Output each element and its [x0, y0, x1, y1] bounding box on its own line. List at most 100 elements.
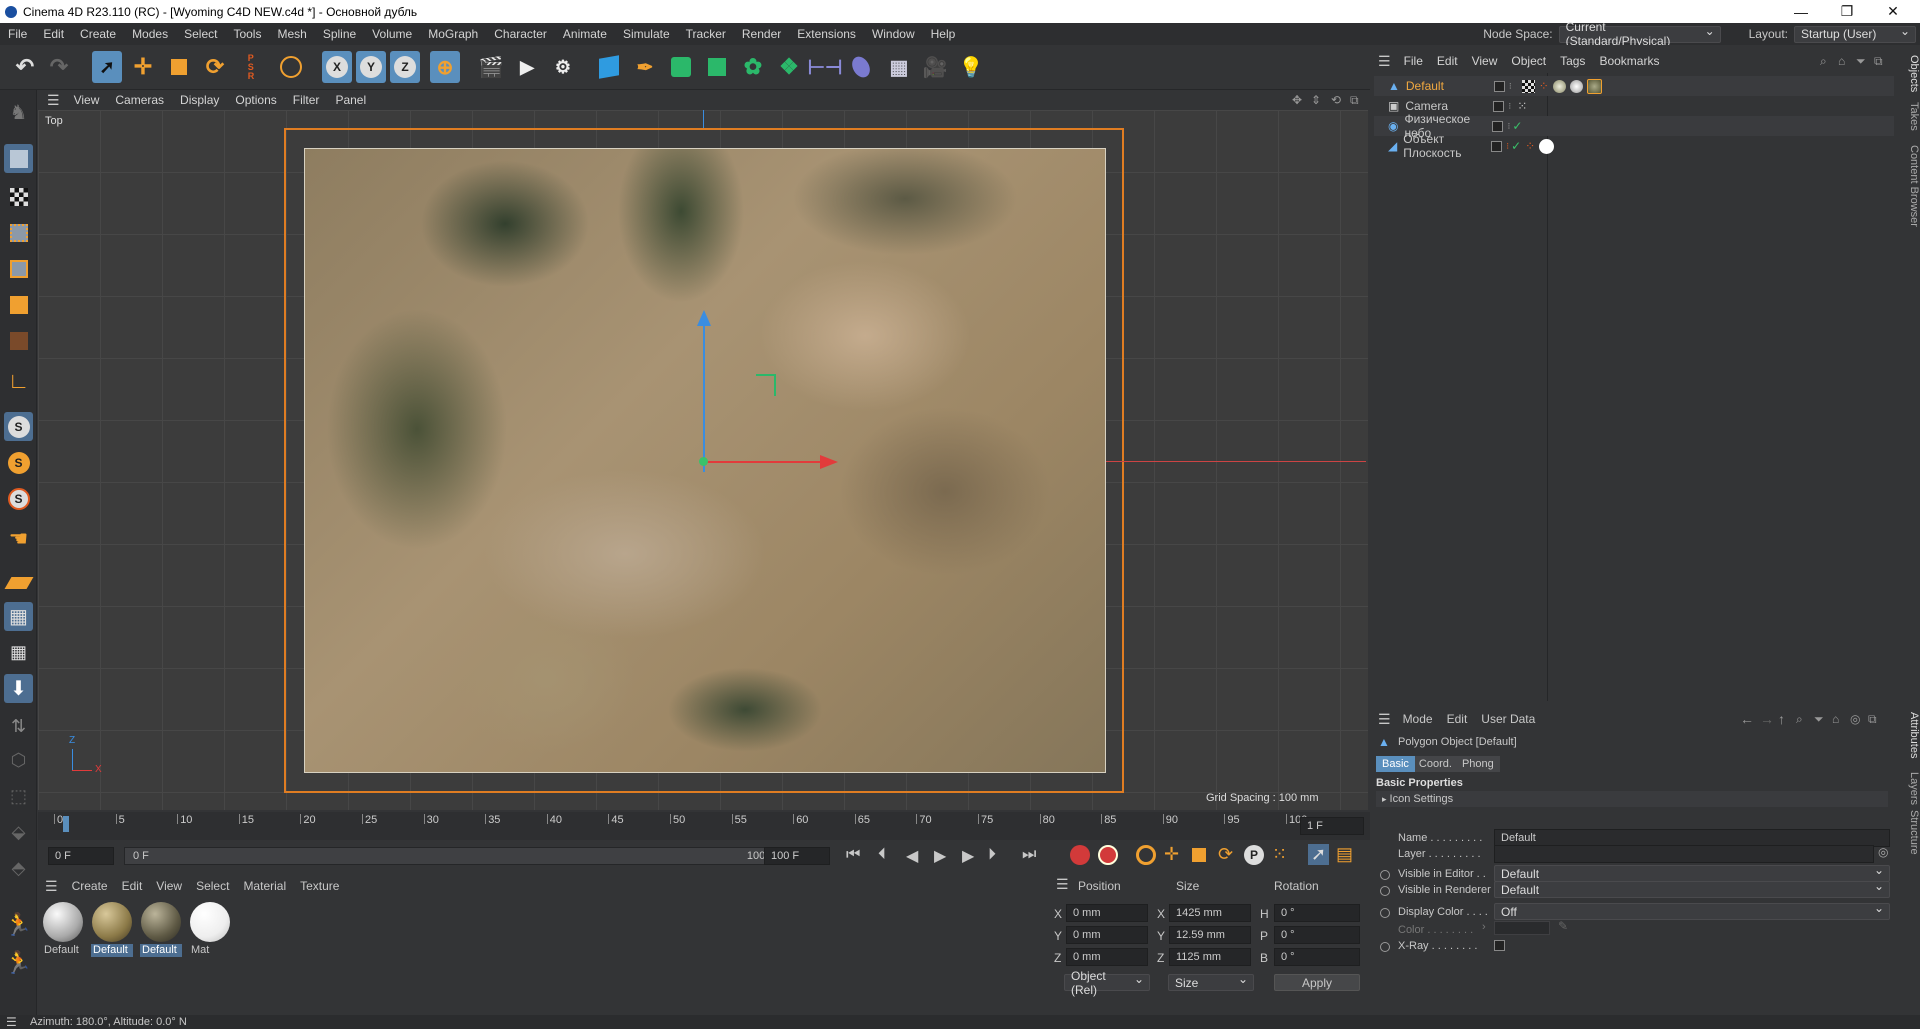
am-menu-edit[interactable]: Edit	[1447, 712, 1468, 726]
material-swatch[interactable]: Default	[140, 902, 182, 960]
origin-handle[interactable]	[699, 457, 708, 466]
uv-mode-icon[interactable]	[4, 326, 33, 355]
menu-animate[interactable]: Animate	[555, 27, 615, 41]
om-menu-view[interactable]: View	[1465, 54, 1505, 68]
am-new-icon[interactable]: ◎	[1850, 712, 1860, 726]
camera-icon[interactable]: 🎥	[920, 51, 950, 83]
camera-visibility-icon[interactable]	[1493, 100, 1505, 112]
tab-basic[interactable]: Basic	[1376, 756, 1415, 772]
object-row-plane[interactable]: ◢ Объект Плоскость ⁝ ✓ ⁘	[1374, 132, 1894, 160]
workplane-icon[interactable]	[4, 568, 33, 597]
om-menu-bookmarks[interactable]: Bookmarks	[1592, 54, 1666, 68]
material-tag-2-icon[interactable]	[1569, 79, 1583, 93]
object-axis-icon[interactable]: ⬡	[4, 746, 33, 775]
key-pla-icon[interactable]: ⁙	[1272, 844, 1287, 865]
render-picture-viewer-icon[interactable]: ▶	[512, 51, 542, 83]
previous-key-icon[interactable]: ⏴	[878, 846, 886, 864]
rotation-h-field[interactable]: 0 °	[1274, 904, 1360, 922]
locked-workplane-icon[interactable]: ▦	[4, 638, 33, 667]
om-search-icon[interactable]: ⌕	[1820, 54, 1827, 69]
close-button[interactable]: ✕	[1870, 0, 1916, 23]
menu-help[interactable]: Help	[923, 27, 964, 41]
subdivision-icon[interactable]	[666, 51, 696, 83]
icon-settings-row[interactable]: ▸ Icon Settings	[1376, 791, 1888, 807]
maximize-button[interactable]: ❐	[1824, 0, 1870, 23]
record-keys-icon[interactable]	[1070, 845, 1090, 865]
coordinate-mode-dropdown[interactable]: Object (Rel)	[1064, 969, 1150, 997]
play-icon[interactable]: ▶	[934, 846, 946, 866]
am-lock-icon[interactable]: ⏷	[1814, 712, 1824, 727]
size-mode-dropdown[interactable]: Size	[1168, 972, 1254, 991]
layer-icon[interactable]: ⬘	[4, 854, 33, 883]
am-forward-icon[interactable]: →	[1760, 711, 1774, 727]
xray-checkbox[interactable]	[1494, 940, 1505, 951]
frame-range-slider[interactable]: 0 F 100 F	[124, 847, 784, 865]
position-y-field[interactable]: 0 mm	[1066, 926, 1148, 944]
grid-workplane-icon[interactable]: ▦	[4, 602, 33, 631]
character-motion-icon[interactable]: 🏃	[4, 948, 33, 977]
viewport-move-icon[interactable]: ✥	[1292, 93, 1302, 107]
plane-visibility-icon[interactable]	[1491, 140, 1503, 152]
autokey-icon[interactable]	[1098, 845, 1118, 865]
tweak-icon[interactable]: ☚	[4, 524, 33, 553]
menu-extensions[interactable]: Extensions	[789, 27, 864, 41]
sky-render-dots-icon[interactable]: ⁝	[1507, 121, 1510, 132]
size-y-field[interactable]: 12.59 mm	[1169, 926, 1251, 944]
render-visibility-dots-icon[interactable]: ⁝	[1509, 81, 1512, 92]
texture-mode-icon[interactable]	[4, 182, 33, 211]
display-color-dropdown[interactable]: Off	[1494, 901, 1890, 920]
y-axis-handle[interactable]	[703, 320, 705, 472]
snap-workplane-icon[interactable]: S	[4, 484, 33, 513]
model-mode-icon[interactable]	[4, 144, 33, 173]
xray-radio[interactable]	[1380, 942, 1390, 952]
size-x-field[interactable]: 1425 mm	[1169, 904, 1251, 922]
end-frame-field[interactable]: 100 F	[764, 847, 830, 865]
menu-volume[interactable]: Volume	[364, 27, 420, 41]
viewport-menu-options[interactable]: Options	[227, 93, 284, 107]
snap-settings-icon[interactable]: S	[4, 448, 33, 477]
status-menu-icon[interactable]: ☰	[6, 1015, 17, 1029]
menu-simulate[interactable]: Simulate	[615, 27, 678, 41]
om-menu-file[interactable]: File	[1397, 54, 1430, 68]
sky-visibility-icon[interactable]	[1492, 120, 1504, 132]
viewport-menu-cameras[interactable]: Cameras	[107, 93, 172, 107]
mm-menu-view[interactable]: View	[156, 879, 182, 893]
menu-window[interactable]: Window	[864, 27, 923, 41]
object-row-default[interactable]: ▲ Default ⁝ ⁘	[1374, 76, 1894, 96]
node-space-dropdown[interactable]: Current (Standard/Physical)	[1558, 20, 1721, 48]
snap-icon[interactable]: S	[4, 412, 33, 441]
viewport-zoom-icon[interactable]: ⇕	[1311, 93, 1321, 107]
layout-dropdown[interactable]: Startup (User)	[1794, 24, 1916, 43]
material-swatch[interactable]: Default	[91, 902, 133, 960]
material-tag-1-icon[interactable]	[1552, 79, 1566, 93]
viewport-panel-menu-icon[interactable]: ☰	[47, 92, 60, 109]
om-layout-icon[interactable]: ⧉	[1874, 54, 1883, 69]
timeline-view-icon[interactable]: ▤	[1336, 844, 1353, 865]
am-menu-mode[interactable]: Mode	[1403, 712, 1433, 726]
sculpt-icon[interactable]: ⬙	[4, 818, 33, 847]
menu-mesh[interactable]: Mesh	[269, 27, 314, 41]
minimize-button[interactable]: —	[1778, 0, 1824, 23]
side-tab-layers[interactable]: Layers	[1895, 772, 1920, 805]
side-tab-attributes[interactable]: Attributes	[1895, 712, 1920, 758]
go-to-end-icon[interactable]: ⏭	[1022, 846, 1036, 864]
plane-mapping-tag-icon[interactable]: ⁘	[1525, 139, 1535, 153]
size-z-field[interactable]: 1125 mm	[1169, 948, 1251, 966]
editor-visibility-icon[interactable]	[1493, 80, 1505, 92]
sky-enabled-check-icon[interactable]: ✓	[1512, 119, 1522, 133]
menu-character[interactable]: Character	[486, 27, 555, 41]
material-manager-panel-icon[interactable]: ☰	[45, 878, 58, 895]
key-parameter-icon[interactable]: P	[1244, 845, 1264, 865]
display-color-radio[interactable]	[1380, 908, 1390, 918]
color-swatch[interactable]	[1494, 921, 1550, 935]
timeline-playhead[interactable]	[63, 816, 69, 832]
axis-down-icon[interactable]: ⬇	[4, 674, 33, 703]
viewport-rotate-icon[interactable]: ⟲	[1331, 93, 1341, 107]
menu-tracker[interactable]: Tracker	[678, 27, 734, 41]
menu-edit[interactable]: Edit	[35, 27, 72, 41]
align-icon[interactable]: ⇅	[4, 712, 33, 741]
z-axis-handle[interactable]	[756, 374, 776, 396]
layer-pick-icon[interactable]: ◎	[1878, 845, 1888, 859]
render-settings-icon[interactable]: ⚙	[548, 51, 578, 83]
color-picker-icon[interactable]: ✎	[1558, 919, 1568, 933]
